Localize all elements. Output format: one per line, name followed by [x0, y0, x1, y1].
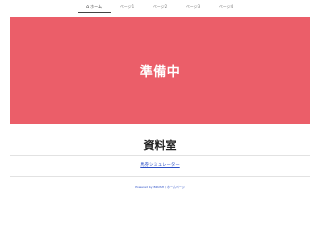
- nav-item-page1[interactable]: ページ1: [111, 2, 144, 12]
- nav-item-page2[interactable]: ページ2: [144, 2, 177, 12]
- nav-item-home-label: ホーム: [90, 4, 103, 9]
- home-icon: ⌂: [85, 3, 90, 10]
- nav-item-page3[interactable]: ページ3: [177, 2, 210, 12]
- footer-powered-by[interactable]: Powered by BRUSH / ホームページ: [0, 185, 320, 189]
- nav-item-home[interactable]: ⌂ ホーム: [77, 2, 111, 13]
- divider: [10, 176, 310, 177]
- simulator-link[interactable]: 馬券シミュレーター: [140, 163, 179, 168]
- hero-title: 準備中: [139, 65, 181, 80]
- nav-item-page4[interactable]: ページ4: [210, 2, 243, 12]
- nav-item-page1-label: ページ1: [119, 4, 135, 9]
- page-title: 資料室: [143, 139, 177, 153]
- nav-item-page2-label: ページ2: [152, 4, 168, 9]
- top-navigation: ⌂ ホーム ページ1 ページ2 ページ3 ページ4: [0, 0, 320, 14]
- hero-banner: 準備中: [10, 17, 310, 124]
- divider: [10, 155, 310, 156]
- nav-item-page4-label: ページ4: [218, 4, 234, 9]
- nav-item-page3-label: ページ3: [185, 4, 201, 9]
- link-row: 馬券シミュレーター: [0, 162, 320, 168]
